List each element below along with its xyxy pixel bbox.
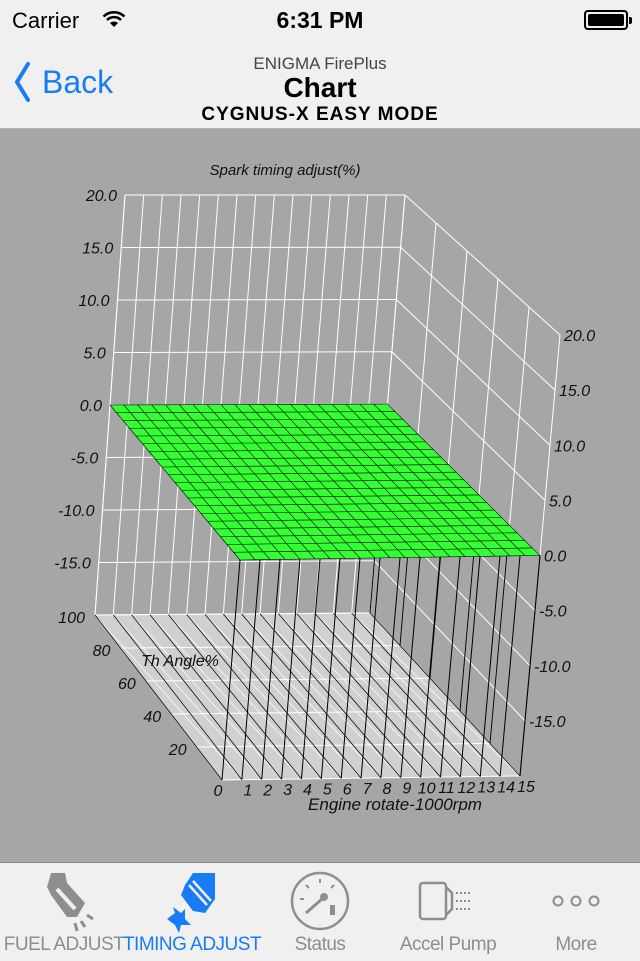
x-tick-label: 13 [477, 780, 495, 797]
z-tick-label-left: 5.0 [84, 346, 106, 363]
z-tick-label-left: -5.0 [71, 451, 99, 468]
back-wall-grid-line [99, 561, 375, 563]
tab-label: Accel Pump [374, 934, 522, 956]
z-tick-label-left: 20.0 [85, 188, 117, 205]
z-tick-label-left: -15.0 [54, 556, 91, 573]
fuel-injector-icon [29, 869, 99, 933]
z-tick-label-right: 0.0 [544, 549, 566, 566]
x-axis-title: Engine rotate-1000rpm [308, 795, 482, 814]
tab-bar: FUEL ADJUST TIMING ADJUST Status Accel P… [0, 862, 640, 961]
z-tick-label-right: -5.0 [539, 604, 567, 621]
tab-more[interactable]: More [512, 863, 640, 961]
tab-status[interactable]: Status [256, 863, 384, 961]
z-tick-label-right: 5.0 [549, 493, 571, 510]
tab-fuel-adjust[interactable]: FUEL ADJUST [0, 863, 128, 961]
more-icon [544, 869, 608, 933]
y-tick-label: 100 [58, 610, 85, 627]
z-tick-label-right: -15.0 [529, 714, 566, 731]
z-tick-label-left: 0.0 [80, 398, 102, 415]
spark-plug-icon [157, 869, 227, 933]
x-tick-label: 0 [214, 783, 223, 800]
x-tick-label: 14 [497, 779, 515, 796]
gauge-icon [288, 869, 352, 933]
z-tick-label-left: 10.0 [78, 293, 109, 310]
z-tick-label-right: 15.0 [559, 383, 590, 400]
x-tick-label: 15 [517, 779, 535, 796]
back-wall-grid-line [114, 352, 392, 353]
surface-chart: 20.0 20.0 15.0 15.0 10.0 10.0 5.0 5.0 0.0 0.0 -5.0… [0, 0, 640, 862]
tab-label: TIMING ADJUST [118, 934, 266, 956]
drop-line [500, 556, 520, 776]
z-tick-label-left: 15.0 [82, 241, 113, 258]
y-axis-title: Th Angle% [141, 653, 219, 670]
y-tick-label: 40 [143, 709, 161, 726]
x-tick-label: 1 [243, 783, 252, 800]
accel-pump-icon [416, 869, 480, 933]
y-tick-label: 60 [118, 676, 136, 693]
z-tick-label-right: 20.0 [563, 328, 595, 345]
y-tick-label: 80 [93, 643, 111, 660]
z-tick-label-right: -10.0 [534, 659, 571, 676]
floor-plane [95, 613, 520, 780]
z-tick-label-left: -10.0 [58, 503, 95, 520]
tab-label: More [502, 934, 640, 956]
tab-label: Status [246, 934, 394, 956]
x-tick-label: 2 [262, 782, 272, 799]
z-tick-label-right: 10.0 [554, 438, 585, 455]
z-axis-title: Spark timing adjust(%) [210, 162, 361, 179]
y-tick-label: 20 [168, 742, 187, 759]
back-wall-grid-line [118, 300, 397, 301]
tab-timing-adjust[interactable]: TIMING ADJUST [128, 863, 256, 961]
x-tick-label: 3 [283, 782, 292, 799]
tab-accel-pump[interactable]: Accel Pump [384, 863, 512, 961]
